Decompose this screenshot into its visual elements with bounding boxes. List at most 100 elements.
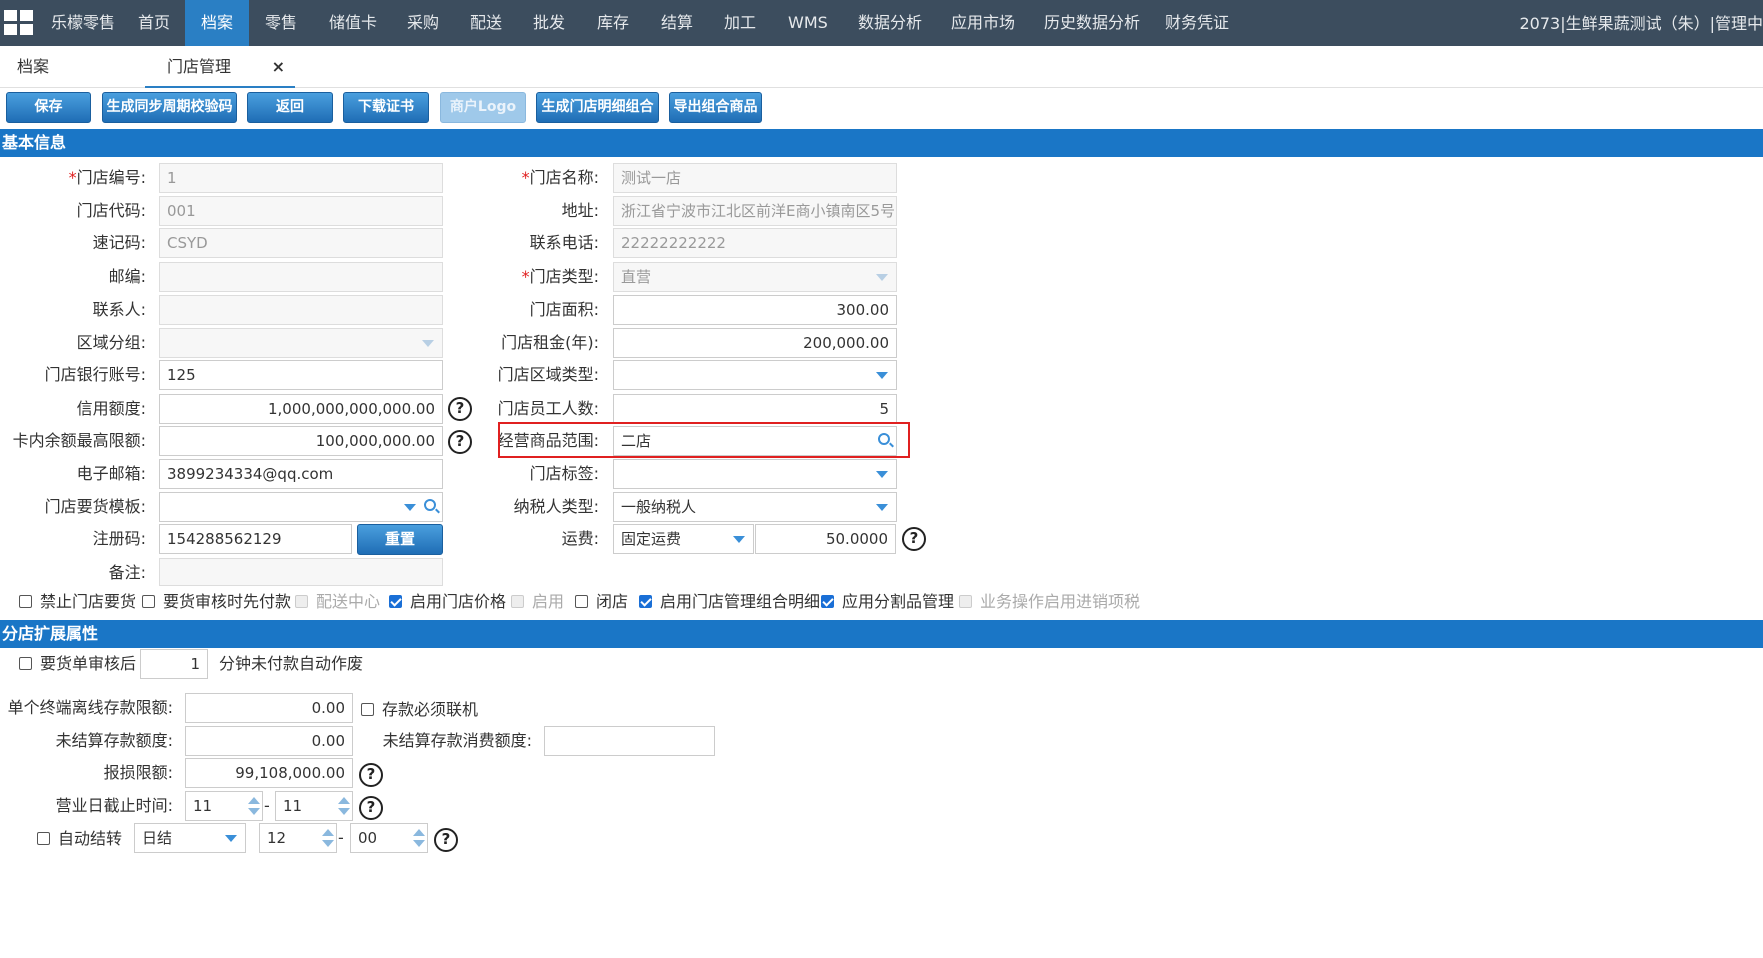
cutoff-hour-end-stepper[interactable]: 11 [275,791,353,821]
phone-input[interactable]: 22222222222 [613,228,897,258]
tab-store-management[interactable]: 门店管理 × [145,46,295,88]
store-tag-label: 门店标签: [529,464,599,483]
tax-type-select[interactable]: 一般纳税人 [613,492,897,522]
store-code-input[interactable]: 001 [159,196,443,226]
save-button[interactable]: 保存 [6,92,91,123]
contact-label: 联系人: [92,300,146,319]
unsettled-consume-input[interactable] [544,726,715,756]
nav-history-analysis[interactable]: 历史数据分析 [1044,0,1140,46]
stepper-arrows-icon[interactable] [322,827,334,849]
nav-distribution[interactable]: 配送 [470,0,502,46]
carry-dash: - [338,828,344,847]
checkbox-must-online[interactable]: 存款必须联机 [361,699,478,721]
download-cert-button[interactable]: 下载证书 [343,92,429,123]
checkbox-pay-before-review[interactable]: 要货审核时先付款 [142,591,291,613]
nav-app-market[interactable]: 应用市场 [951,0,1015,46]
remark-input[interactable] [159,558,443,586]
unsettled-input[interactable]: 0.00 [185,726,353,756]
offline-limit-input[interactable]: 0.00 [185,693,353,723]
nav-retail[interactable]: 零售 [265,0,297,46]
tab-archive[interactable]: 档案 [17,46,49,88]
order-after-minutes-input[interactable]: 1 [140,649,208,679]
contact-input[interactable] [159,295,443,325]
loss-limit-input[interactable]: 99,108,000.00 [185,758,353,788]
nav-brand[interactable]: 乐檬零售 [51,0,115,46]
checkbox-combo-detail[interactable]: 启用门店管理组合明细 [639,591,820,613]
user-info[interactable]: 2073|生鲜果蔬测试（朱）|管理中 [1519,0,1763,46]
nav-archive[interactable]: 档案 [185,0,249,46]
nav-inventory[interactable]: 库存 [597,0,629,46]
chevron-down-icon [876,274,888,281]
area-input[interactable]: 300.00 [613,295,897,325]
carry-minute-stepper[interactable]: 00 [350,823,428,853]
checkbox-close-store[interactable]: 闭店 [575,591,628,613]
nav-wholesale[interactable]: 批发 [533,0,565,46]
checkbox-split-goods[interactable]: 应用分割品管理 [821,591,954,613]
freight-value-input[interactable]: 50.0000 [755,524,896,554]
order-after-suffix: 分钟未付款自动作废 [219,654,364,673]
checkbox-enable-store-price[interactable]: 启用门店价格 [389,591,506,613]
gen-sync-code-button[interactable]: 生成同步周期校验码 [102,92,237,123]
region-group-label: 区域分组: [76,333,146,352]
reset-button[interactable]: 重置 [357,524,443,555]
help-icon[interactable]: ? [434,828,458,852]
app-grid-icon[interactable] [4,10,34,36]
checkbox-forbid-order[interactable]: 禁止门店要货 [19,591,136,613]
area-label: 门店面积: [529,300,599,319]
offline-limit-label: 单个终端离线存款限额: [7,698,173,717]
help-icon[interactable]: ? [902,527,926,551]
checkbox-enable[interactable]: 启用 [511,591,564,613]
export-combo-button[interactable]: 导出组合商品 [669,92,762,123]
reg-code-input[interactable]: 154288562129 [159,524,352,554]
nav-stored-card[interactable]: 储值卡 [329,0,377,46]
order-template-select[interactable] [159,492,443,522]
email-label: 电子邮箱: [76,464,146,483]
store-no-label: *门店编号: [68,168,146,187]
store-name-input[interactable]: 测试一店 [613,163,897,193]
checkbox-distribution-center[interactable]: 配送中心 [295,591,380,613]
reg-code-label: 注册码: [92,529,146,548]
auto-carry-mode-select[interactable]: 日结 [134,823,246,853]
rent-input[interactable]: 200,000.00 [613,328,897,358]
cutoff-hour-start-stepper[interactable]: 11 [185,791,263,821]
quick-code-input[interactable]: CSYD [159,228,443,258]
freight-type-select[interactable]: 固定运费 [613,524,754,554]
staff-input[interactable]: 5 [613,394,897,424]
address-input[interactable]: 浙江省宁波市江北区前洋E商小镇南区5号 [613,196,897,226]
bank-account-input[interactable]: 125 [159,360,443,390]
card-max-input[interactable]: 100,000,000.00 [159,426,443,456]
nav-home[interactable]: 首页 [138,0,170,46]
stepper-arrows-icon[interactable] [248,795,260,817]
nav-processing[interactable]: 加工 [724,0,756,46]
back-button[interactable]: 返回 [247,92,333,123]
nav-settlement[interactable]: 结算 [661,0,693,46]
store-type-select[interactable]: 直营 [613,262,897,292]
search-icon[interactable] [424,499,436,511]
store-no-input[interactable]: 1 [159,163,443,193]
nav-wms[interactable]: WMS [788,0,828,46]
region-group-select[interactable] [159,328,443,358]
help-icon[interactable]: ? [448,397,472,421]
email-input[interactable]: 3899234334@qq.com [159,459,443,489]
nav-finance-voucher[interactable]: 财务凭证 [1165,0,1229,46]
checkbox-order-after-review[interactable]: 要货单审核后 [19,653,136,675]
region-type-select[interactable] [613,360,897,390]
credit-input[interactable]: 1,000,000,000,000.00 [159,394,443,424]
required-mark: * [68,168,77,187]
gen-store-detail-button[interactable]: 生成门店明细组合 [536,92,659,123]
help-icon[interactable]: ? [359,796,383,820]
nav-data-analysis[interactable]: 数据分析 [858,0,922,46]
help-icon[interactable]: ? [448,430,472,454]
close-icon[interactable]: × [272,46,285,88]
stepper-arrows-icon[interactable] [338,795,350,817]
store-tag-select[interactable] [613,459,897,489]
help-icon[interactable]: ? [359,763,383,787]
postcode-input[interactable] [159,262,443,292]
checkbox-input-output-tax[interactable]: 业务操作启用进销项税 [959,591,1140,613]
carry-hour-stepper[interactable]: 12 [259,823,337,853]
store-name-label: *门店名称: [521,168,599,187]
nav-purchase[interactable]: 采购 [407,0,439,46]
checkbox-auto-carry[interactable]: 自动结转 [37,828,122,850]
merchant-logo-button[interactable]: 商户Logo [440,92,526,123]
stepper-arrows-icon[interactable] [413,827,425,849]
